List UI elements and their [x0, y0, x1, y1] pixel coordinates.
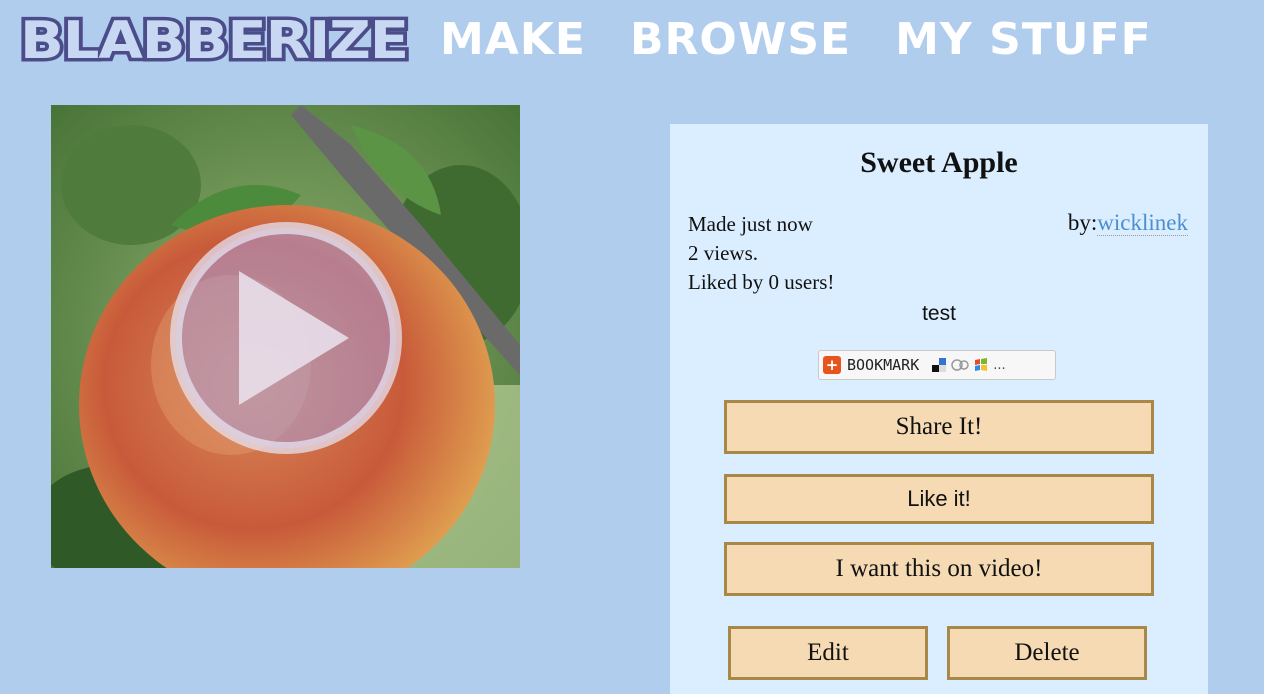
delete-button[interactable]: Delete — [947, 626, 1147, 680]
blab-media-player[interactable] — [51, 105, 520, 568]
nav-browse[interactable]: BROWSE — [630, 18, 851, 62]
digg-icon — [951, 359, 969, 371]
play-icon[interactable] — [169, 221, 403, 455]
blabberize-logo[interactable]: BLABBERIZE — [14, 2, 414, 94]
blab-info-panel: Sweet Apple Made just now 2 views. Liked… — [670, 124, 1208, 694]
share-button[interactable]: Share It! — [724, 400, 1154, 454]
windows-live-icon — [975, 358, 988, 371]
author-byline: by:wicklinek — [1068, 210, 1188, 236]
edit-button[interactable]: Edit — [728, 626, 928, 680]
bookmark-service-icons: ... — [931, 357, 1006, 373]
request-video-button[interactable]: I want this on video! — [724, 542, 1154, 596]
nav-my-stuff[interactable]: MY STUFF — [895, 18, 1152, 62]
bookmark-more: ... — [993, 357, 1006, 373]
bookmark-label: BOOKMARK — [847, 356, 920, 374]
delicious-icon — [932, 358, 947, 372]
view-count: 2 views. — [688, 241, 758, 265]
blab-meta: Made just now 2 views. Liked by 0 users! — [688, 210, 834, 297]
main-nav: MAKE BROWSE MY STUFF — [440, 10, 1152, 70]
like-count: Liked by 0 users! — [688, 270, 835, 294]
author-link[interactable]: wicklinek — [1097, 210, 1188, 236]
logo-text: BLABBERIZE — [20, 11, 408, 71]
nav-make[interactable]: MAKE — [440, 18, 586, 62]
by-label: by: — [1067, 210, 1098, 235]
plus-icon: + — [823, 356, 841, 374]
like-button[interactable]: Like it! — [724, 474, 1154, 524]
bookmark-button[interactable]: + BOOKMARK ... — [818, 350, 1056, 380]
blab-title: Sweet Apple — [860, 146, 1018, 179]
blab-description: test — [922, 302, 956, 325]
made-time: Made just now — [688, 212, 813, 236]
